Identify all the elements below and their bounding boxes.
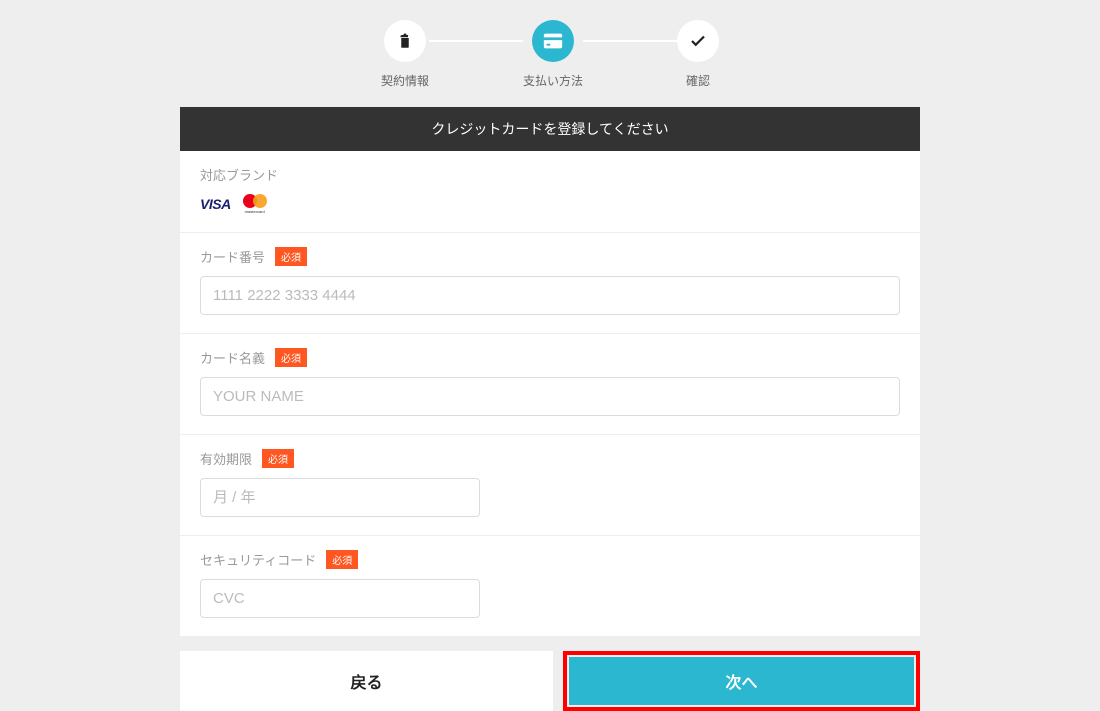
required-badge: 必須 — [262, 449, 294, 468]
step-contract-info — [384, 20, 426, 62]
card-name-label: カード名義 — [200, 348, 265, 367]
section-brands: 対応ブランド VISA mastercard — [180, 151, 920, 233]
progress-stepper: 契約情報 支払い方法 確認 — [180, 0, 920, 107]
check-icon — [689, 32, 707, 50]
cvc-label: セキュリティコード — [200, 550, 316, 569]
step-label: 支払い方法 — [523, 72, 583, 89]
step-connector — [583, 40, 677, 42]
step-confirm — [677, 20, 719, 62]
credit-card-icon — [542, 30, 564, 52]
expiry-input[interactable] — [200, 478, 480, 517]
required-badge: 必須 — [275, 348, 307, 367]
step-label: 確認 — [686, 72, 710, 89]
section-expiry: 有効期限 必須 — [180, 435, 920, 536]
card-number-label: カード番号 — [200, 247, 265, 266]
mastercard-logo: mastercard — [241, 194, 269, 214]
card-number-input[interactable] — [200, 276, 900, 315]
step-payment-method — [532, 20, 574, 62]
expiry-label: 有効期限 — [200, 449, 252, 468]
next-button[interactable]: 次へ — [569, 657, 914, 705]
section-card-name: カード名義 必須 — [180, 334, 920, 435]
required-badge: 必須 — [326, 550, 358, 569]
step-label: 契約情報 — [381, 72, 429, 89]
section-cvc: セキュリティコード 必須 — [180, 536, 920, 637]
brands-label: 対応ブランド — [200, 165, 278, 184]
brand-logos: VISA mastercard — [200, 194, 900, 214]
required-badge: 必須 — [275, 247, 307, 266]
card-name-input[interactable] — [200, 377, 900, 416]
back-button[interactable]: 戻る — [180, 651, 553, 711]
visa-logo: VISA — [200, 196, 231, 212]
step-connector — [429, 40, 523, 42]
section-card-number: カード番号 必須 — [180, 233, 920, 334]
form-header: クレジットカードを登録してください — [180, 107, 920, 151]
cvc-input[interactable] — [200, 579, 480, 618]
next-button-highlight: 次へ — [563, 651, 920, 711]
clipboard-icon — [396, 32, 414, 50]
